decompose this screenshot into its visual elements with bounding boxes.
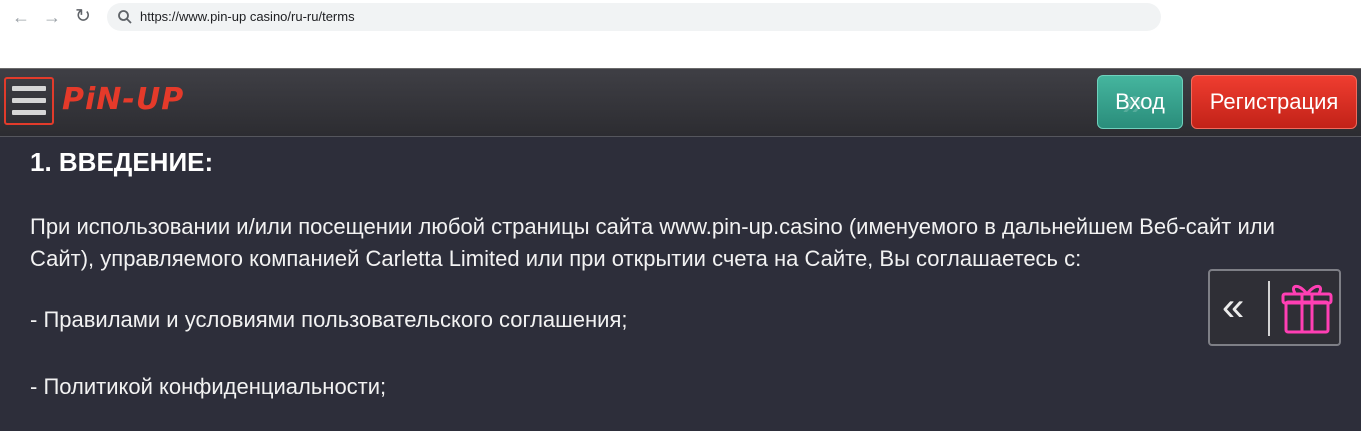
browser-toolbar: ← → ↻ https://www.pin-up casino/ru-ru/te…: [0, 0, 1361, 68]
pin-up-logo[interactable]: PiN-UP: [62, 82, 184, 117]
bonus-gift-widget[interactable]: «: [1208, 269, 1341, 346]
login-button[interactable]: » Вход: [1097, 75, 1183, 129]
login-button-label: Вход: [1115, 89, 1165, 114]
list-item: - Политикой конфиденциальности;: [30, 374, 387, 399]
register-button[interactable]: Регистрация: [1191, 75, 1357, 129]
back-arrow-icon[interactable]: ←: [10, 6, 32, 28]
gift-icon[interactable]: [1280, 280, 1334, 336]
register-button-label: Регистрация: [1209, 89, 1339, 114]
site-page: PiN-UP » Вход Регистрация 1. ВВЕДЕНИЕ: П…: [0, 68, 1361, 431]
list-item: - Правилами и условиями пользовательског…: [30, 307, 628, 332]
search-icon: [118, 10, 132, 24]
menu-hamburger-icon[interactable]: [4, 77, 54, 125]
intro-paragraph: При использовании и/или посещении любой …: [30, 214, 1275, 271]
address-bar[interactable]: https://www.pin-up casino/ru-ru/terms: [107, 3, 1161, 31]
divider: [1268, 281, 1270, 336]
collapse-chevrons-icon[interactable]: «: [1222, 285, 1244, 329]
site-header: PiN-UP » Вход Регистрация: [0, 68, 1361, 137]
reload-icon[interactable]: ↻: [72, 6, 94, 28]
forward-arrow-icon[interactable]: →: [41, 6, 63, 28]
url-text: https://www.pin-up casino/ru-ru/terms: [140, 9, 355, 24]
terms-content: 1. ВВЕДЕНИЕ: При использовании и/или пос…: [0, 137, 1361, 431]
section-heading: 1. ВВЕДЕНИЕ:: [30, 147, 214, 177]
